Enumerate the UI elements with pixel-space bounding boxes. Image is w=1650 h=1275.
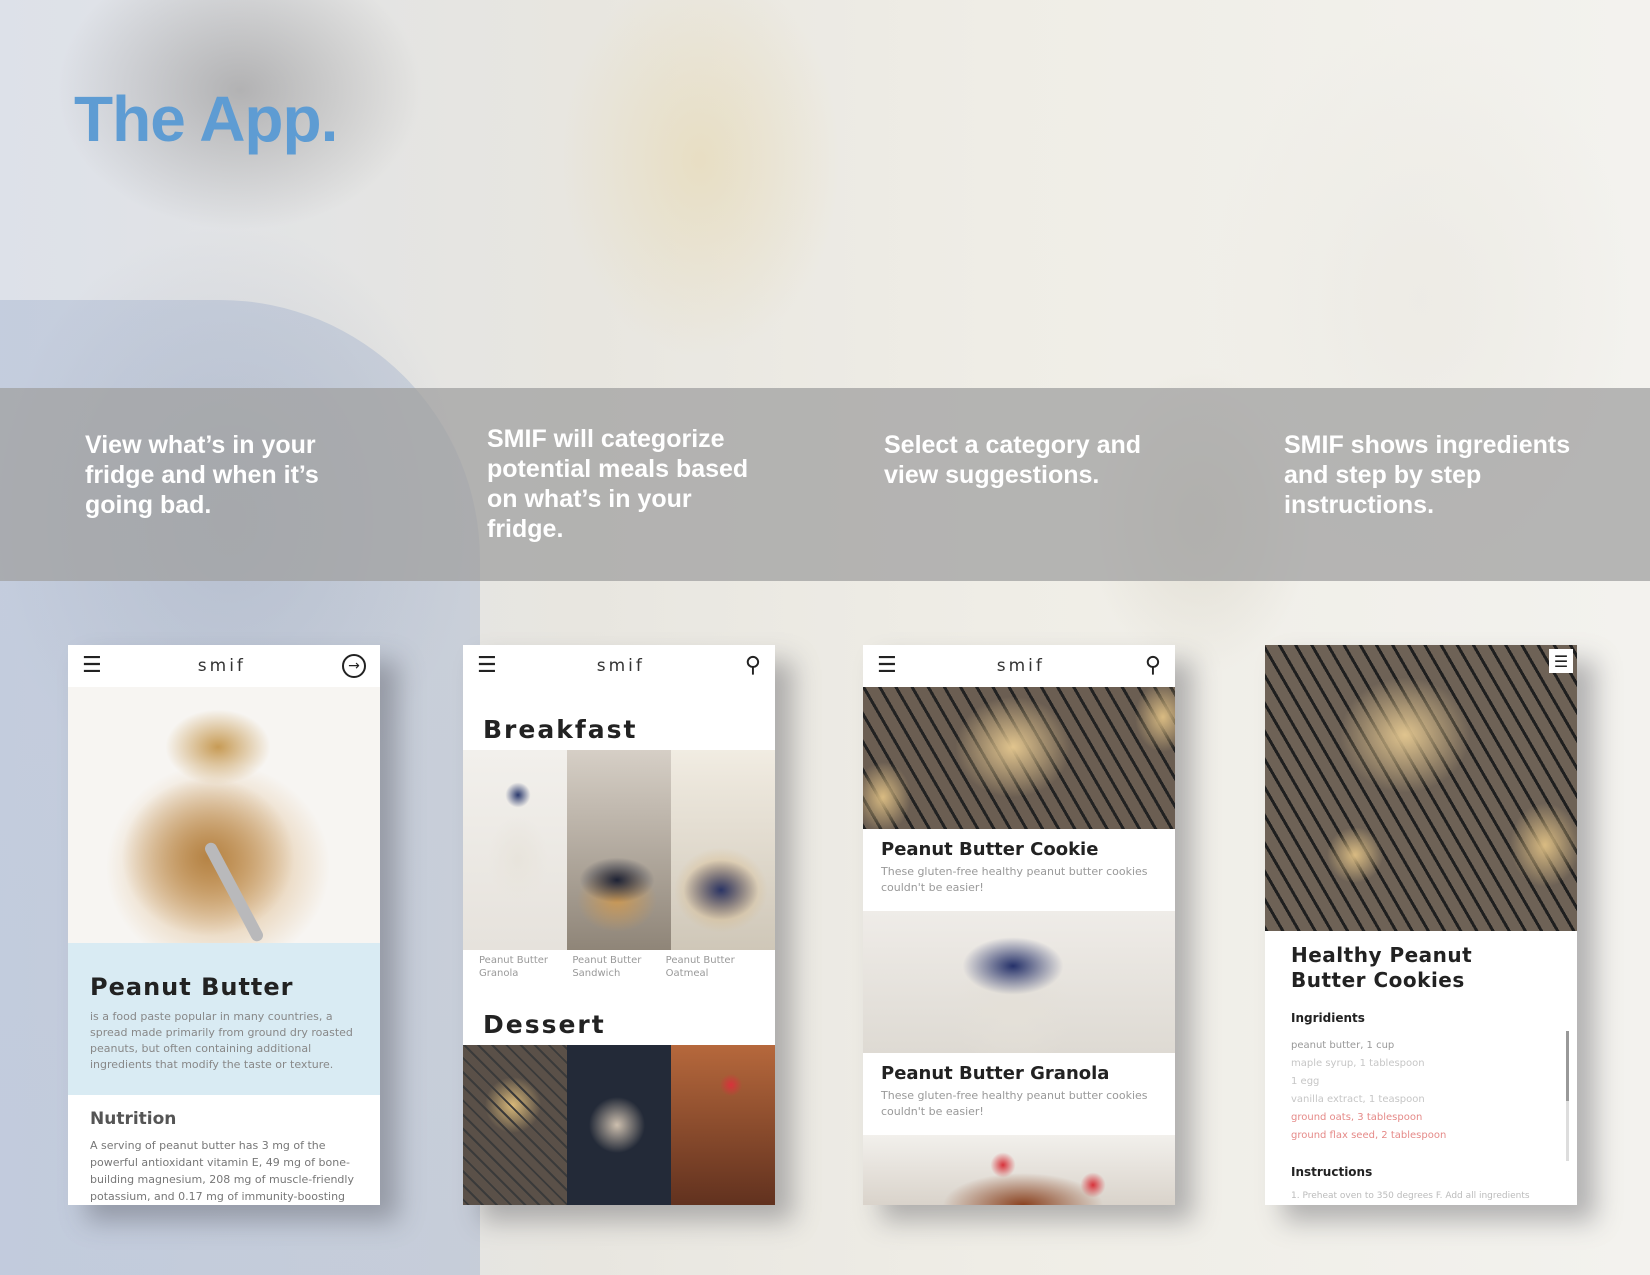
tile-granola[interactable] — [463, 750, 567, 950]
suggestion-title: Peanut Butter Granola — [881, 1063, 1110, 1084]
menu-icon[interactable]: ☰ — [877, 655, 897, 677]
ingredient: ground oats, 3 tablespoon — [1291, 1112, 1423, 1123]
ingredients-list: peanut butter, 1 cup maple syrup, 1 tabl… — [1291, 1037, 1551, 1145]
phone-recipe-detail: ☰ Healthy Peanut Butter Cookies Ingridie… — [1265, 645, 1577, 1205]
page-title: The App. — [74, 83, 338, 155]
tile-oatmeal[interactable] — [671, 750, 775, 950]
caption-1: View what’s in your fridge and when it’s… — [85, 431, 319, 519]
suggestion-desc: These gluten-free healthy peanut butter … — [881, 1089, 1148, 1118]
phone-fridge-item: ☰ smif → Peanut Butter is a food paste p… — [68, 645, 380, 1205]
brand-logo: smif — [197, 656, 246, 676]
granola-image[interactable] — [863, 911, 1175, 1053]
recipe-body: Healthy Peanut Butter Cookies Ingridient… — [1265, 931, 1577, 1205]
tile-toast[interactable] — [671, 1045, 775, 1205]
ingredient: ground flax seed, 2 tablespoon — [1291, 1130, 1447, 1141]
item-description: is a food paste popular in many countrie… — [90, 1010, 353, 1071]
caption-3: Select a category and view suggestions. — [884, 431, 1142, 489]
top-bar: ☰ smif → — [68, 645, 380, 687]
tile-label-granola: Peanut Butter Granola — [479, 955, 549, 979]
item-name: Peanut Butter — [90, 973, 294, 1001]
caption-2: SMIF will categorize potential meals bas… — [487, 425, 749, 543]
top-bar: ☰ smif ⚲ — [863, 645, 1175, 687]
nutrition-section: Nutrition A serving of peanut butter has… — [68, 1095, 380, 1205]
phone-suggestions: ☰ smif ⚲ Peanut Butter Cookie These glut… — [863, 645, 1175, 1205]
search-icon[interactable]: ⚲ — [1145, 655, 1161, 677]
scrollbar-thumb[interactable] — [1566, 1031, 1569, 1101]
ingredient: maple syrup, 1 tablespoon — [1291, 1058, 1425, 1069]
category-breakfast[interactable]: Breakfast — [463, 687, 775, 750]
phone-categories: ☰ smif ⚲ Breakfast Peanut Butter Granola… — [463, 645, 775, 1205]
brand-logo: smif — [996, 656, 1045, 676]
menu-icon[interactable]: ☰ — [82, 655, 102, 677]
dessert-grid — [463, 1045, 775, 1205]
spoon-shape — [202, 840, 266, 944]
item-info: Peanut Butter is a food paste popular in… — [68, 943, 380, 1095]
ingredient: peanut butter, 1 cup — [1291, 1040, 1395, 1051]
cookie-image[interactable] — [863, 687, 1175, 829]
category-dessert[interactable]: Dessert — [463, 1000, 775, 1045]
suggestion-title: Peanut Butter Cookie — [881, 839, 1099, 860]
breakfast-labels: Peanut Butter Granola Peanut Butter Sand… — [463, 950, 775, 1000]
brand-logo: smif — [596, 656, 645, 676]
suggestion-desc: These gluten-free healthy peanut butter … — [881, 865, 1148, 894]
tile-label-oatmeal: Peanut Butter Oatmeal — [665, 955, 735, 979]
suggestion-card[interactable]: Peanut Butter Cookie These gluten-free h… — [863, 829, 1175, 911]
tile-label-sandwich: Peanut Butter Sandwich — [572, 955, 642, 979]
peanut-butter-image — [68, 687, 380, 944]
tile-jar[interactable] — [567, 1045, 671, 1205]
instructions-heading: Instructions — [1291, 1165, 1373, 1179]
menu-icon[interactable]: ☰ — [1549, 649, 1573, 673]
nutrition-title: Nutrition — [90, 1109, 177, 1129]
menu-icon[interactable]: ☰ — [477, 655, 497, 677]
suggestion-card[interactable]: Peanut Butter Granola These gluten-free … — [863, 1053, 1175, 1135]
arrow-circle-icon[interactable]: → — [341, 654, 366, 678]
search-icon[interactable]: ⚲ — [745, 655, 761, 677]
tile-cookies[interactable] — [463, 1045, 567, 1205]
instructions-text: 1. Preheat oven to 350 degrees F. Add al… — [1291, 1191, 1530, 1201]
ingredients-heading: Ingridients — [1291, 1011, 1365, 1025]
toast-image[interactable] — [863, 1135, 1175, 1205]
ingredient: 1 egg — [1291, 1076, 1320, 1087]
recipe-title: Healthy Peanut Butter Cookies — [1291, 943, 1473, 992]
ingredient: vanilla extract, 1 teaspoon — [1291, 1094, 1425, 1105]
caption-4: SMIF shows ingredients and step by step … — [1284, 431, 1571, 519]
recipe-image: ☰ — [1265, 645, 1577, 931]
breakfast-grid — [463, 750, 775, 950]
top-bar: ☰ smif ⚲ — [463, 645, 775, 687]
nutrition-text: A serving of peanut butter has 3 mg of t… — [90, 1139, 354, 1203]
tile-sandwich[interactable] — [567, 750, 671, 950]
